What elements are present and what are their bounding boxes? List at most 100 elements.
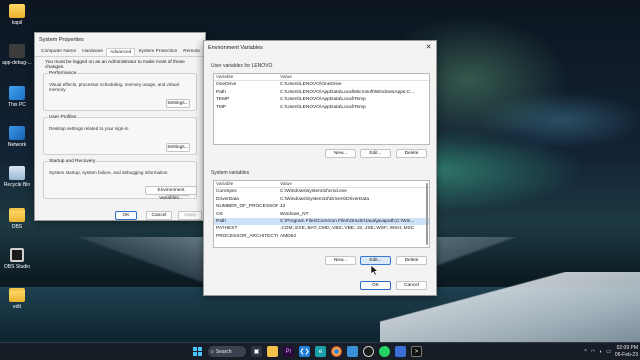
desktop-icon-app-debug[interactable]: app-debug-... <box>2 44 32 66</box>
variable-name: TMP <box>216 104 227 110</box>
clock[interactable]: 02:09 PM 06-Feb-23 <box>615 345 638 358</box>
photos-icon[interactable] <box>347 346 358 357</box>
user-edit-button[interactable]: Edit... <box>360 149 391 158</box>
tab-hardware[interactable]: Hardware <box>79 48 106 56</box>
variable-value: C:\Users\LENOVO\AppData\Local\Microsoft\… <box>280 89 416 95</box>
variable-name: Path <box>216 89 226 95</box>
list-item[interactable]: DriverData C:\Windows\System32\Drivers\D… <box>214 196 429 203</box>
list-item[interactable]: OS Windows_NT <box>214 211 429 218</box>
group-title: User Profiles <box>48 115 78 120</box>
system-variables-label: System variables <box>211 170 250 176</box>
window-title: Environment Variables <box>208 44 263 51</box>
system-new-button[interactable]: New... <box>325 256 356 265</box>
user-variables-list[interactable]: Variable Value OneDrive C:\Users\LENOVO\… <box>213 73 430 145</box>
list-item[interactable]: Path C:\Users\LENOVO\AppData\Local\Micro… <box>214 89 429 96</box>
taskbar-search[interactable]: ⌕ Search <box>208 346 246 357</box>
file-icon <box>9 44 25 58</box>
list-item[interactable]: ComSpec C:\Windows\system32\cmd.exe <box>214 188 429 195</box>
vscode-icon[interactable]: ❮❯ <box>299 346 310 357</box>
admin-note: You must be logged on as an Administrato… <box>45 60 185 70</box>
variable-value: C:\Windows\system32\cmd.exe <box>280 189 347 195</box>
env-ok-button[interactable]: OK <box>360 281 391 290</box>
volume-icon[interactable]: ◗ <box>599 349 602 355</box>
group-description: Visual effects, processor scheduling, me… <box>49 82 179 92</box>
clock-date: 06-Feb-23 <box>614 351 638 358</box>
chrome-icon[interactable] <box>331 346 342 357</box>
task-view-icon[interactable]: ▣ <box>251 346 262 357</box>
desktop-icon-network[interactable]: Network <box>2 126 32 148</box>
cancel-button[interactable]: Cancel <box>146 211 172 220</box>
file-explorer-icon[interactable] <box>267 346 278 357</box>
variable-column-header[interactable]: Variable <box>214 181 278 187</box>
environment-variables-button[interactable]: Environment Variables... <box>145 186 197 201</box>
ok-button[interactable]: OK <box>115 211 137 220</box>
variable-name: TEMP <box>216 97 230 103</box>
list-item[interactable]: TMP C:\Users\LENOVO\AppData\Local\Temp <box>214 104 429 111</box>
apply-button[interactable]: Apply <box>178 211 202 220</box>
tab-computer-name[interactable]: Computer Name <box>38 48 79 56</box>
system-variables-list[interactable]: Variable Value ComSpec C:\Windows\system… <box>213 180 430 248</box>
vertical-scrollbar[interactable] <box>426 183 428 245</box>
desktop-icon-recycle-bin[interactable]: Recycle Bin <box>2 166 32 188</box>
value-column-header[interactable]: Value <box>278 74 429 80</box>
variable-value: C:\Users\LENOVO\OneDrive <box>280 82 342 88</box>
user-profiles-settings-button[interactable]: Settings... <box>166 143 190 152</box>
list-item[interactable]: PATHEXT .COM;.EXE;.BAT;.CMD;.VBS;.VBE;.J… <box>214 225 429 232</box>
system-properties-titlebar[interactable]: System Properties <box>35 33 205 46</box>
user-folder-icon <box>9 4 25 18</box>
tab-remote[interactable]: Remote <box>180 48 203 56</box>
obs-icon[interactable] <box>363 346 374 357</box>
variable-value: 12 <box>280 204 286 210</box>
desktop-icon-obs-studio[interactable]: OBS Studio <box>2 248 32 270</box>
premiere-icon[interactable]: Pr <box>283 346 294 357</box>
variable-value: Windows_NT <box>280 211 309 217</box>
system-delete-button[interactable]: Delete <box>396 256 427 265</box>
battery-icon[interactable]: ▭ <box>606 349 611 355</box>
env-cancel-button[interactable]: Cancel <box>396 281 427 290</box>
variable-name: OS <box>216 211 223 217</box>
list-item[interactable]: NUMBER_OF_PROCESSORS 12 <box>214 203 429 210</box>
group-description: System startup, system failure, and debu… <box>49 170 168 175</box>
list-item[interactable]: PROCESSOR_ARCHITECTU... AMD64 <box>214 233 429 240</box>
mouse-cursor-icon <box>370 264 379 276</box>
edge-icon[interactable]: e <box>315 346 326 357</box>
performance-settings-button[interactable]: Settings... <box>166 99 190 108</box>
windows-start-icon[interactable] <box>192 346 203 357</box>
list-item[interactable]: TEMP C:\Users\LENOVO\AppData\Local\Temp <box>214 96 429 103</box>
tab-advanced[interactable]: Advanced <box>106 48 136 56</box>
wifi-icon[interactable]: ◠ <box>591 349 595 355</box>
close-icon[interactable]: ✕ <box>424 43 433 52</box>
variable-name: Path <box>216 218 226 224</box>
environment-variables-titlebar[interactable]: Environment Variables <box>204 41 436 54</box>
variable-name: DriverData <box>216 196 239 202</box>
variable-value: C:\Program Files\Common Files\Oracle\Jav… <box>280 218 415 224</box>
desktop-icon-dbs[interactable]: DBS <box>2 208 32 230</box>
system-properties-window: System Properties Computer Name Hardware… <box>34 32 206 221</box>
chevron-up-icon[interactable]: ^ <box>584 349 586 355</box>
clock-time: 02:09 PM <box>616 345 638 351</box>
variable-value: C:\Users\LENOVO\AppData\Local\Temp <box>280 104 366 110</box>
desktop-icon-edit[interactable]: edit <box>2 288 32 310</box>
value-column-header[interactable]: Value <box>278 181 429 187</box>
variable-column-header[interactable]: Variable <box>214 74 278 80</box>
this-pc-icon <box>9 86 25 100</box>
list-header: Variable Value <box>214 181 429 189</box>
whatsapp-icon[interactable] <box>379 346 390 357</box>
list-item-selected[interactable]: Path C:\Program Files\Common Files\Oracl… <box>214 217 429 226</box>
desktop-icon-this-pc[interactable]: This PC <box>2 86 32 108</box>
variable-value: .COM;.EXE;.BAT;.CMD;.VBS;.VBE;.JS;.JSE;.… <box>280 226 415 232</box>
folder-icon <box>9 288 25 302</box>
terminal-icon[interactable]: > <box>411 346 422 357</box>
variable-name: ComSpec <box>216 189 238 195</box>
desktop-icon-kapil[interactable]: kapil <box>2 4 32 26</box>
list-header: Variable Value <box>214 74 429 82</box>
tab-system-protection[interactable]: System Protection <box>135 48 180 56</box>
user-delete-button[interactable]: Delete <box>396 149 427 158</box>
list-item[interactable]: OneDrive C:\Users\LENOVO\OneDrive <box>214 81 429 88</box>
recycle-bin-icon <box>9 166 25 180</box>
user-new-button[interactable]: New... <box>325 149 356 158</box>
taskbar-apps: ⌕ Search ▣ Pr ❮❯ e > <box>192 346 422 357</box>
folder-icon <box>9 208 25 222</box>
store-icon[interactable] <box>395 346 406 357</box>
variable-value: C:\Windows\System32\Drivers\DriverData <box>280 196 370 202</box>
